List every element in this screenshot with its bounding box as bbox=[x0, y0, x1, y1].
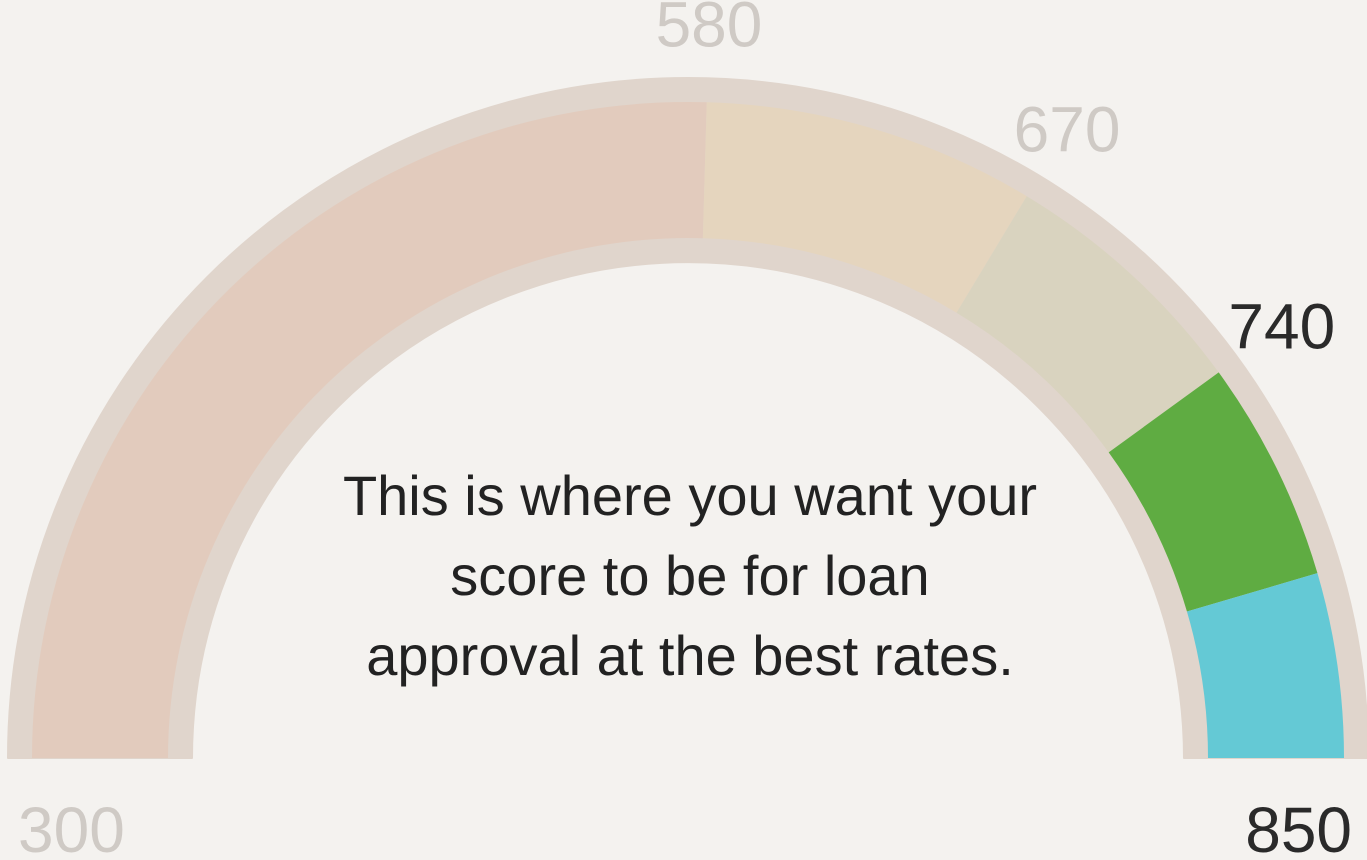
tick-label-580: 580 bbox=[656, 0, 763, 60]
credit-score-gauge: 300 580 670 740 850 bbox=[7, 0, 1367, 860]
tick-label-300: 300 bbox=[18, 794, 125, 860]
tick-label-670: 670 bbox=[1014, 93, 1121, 165]
gauge-annotation: This is where you want your score to be … bbox=[342, 464, 1038, 687]
tick-label-740: 740 bbox=[1228, 291, 1335, 363]
tick-label-850: 850 bbox=[1245, 794, 1352, 860]
